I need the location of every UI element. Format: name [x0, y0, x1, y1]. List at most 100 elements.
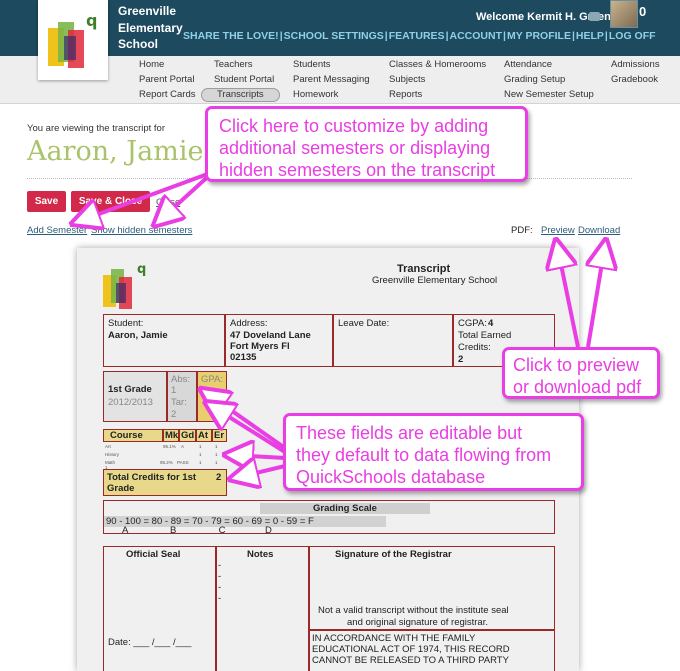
course-earned[interactable]: 1 — [215, 452, 218, 457]
show-hidden-semesters-link[interactable]: Show hidden semesters — [91, 225, 192, 236]
subnav-new-semester-setup[interactable]: New Semester Setup — [504, 89, 594, 100]
notes-cell: Notes - - - - — [216, 546, 309, 671]
abs-label: Abs: — [171, 374, 191, 385]
signature-cell: Signature of the Registrar Not a valid t… — [309, 546, 555, 630]
logo-mark-icon: q — [48, 11, 97, 68]
note-line[interactable]: - — [218, 582, 221, 593]
tar-value[interactable]: 2 — [171, 409, 176, 420]
avatar[interactable] — [610, 0, 638, 28]
address-line2[interactable]: Fort Myers Fl — [230, 341, 290, 352]
total-credits-value[interactable]: 2 — [216, 472, 221, 483]
pdf-label: PDF: — [511, 225, 533, 236]
editable-callout: These fields are editable but they defau… — [283, 413, 584, 491]
preview-link[interactable]: Preview — [541, 225, 575, 236]
official-seal-cell: Official Seal Date: ___ /___ /___ — [103, 546, 216, 671]
subnav-student-portal[interactable]: Student Portal — [214, 74, 274, 85]
nav-help[interactable]: HELP — [576, 30, 604, 42]
address-cell: Address: 47 Doveland Lane Fort Myers Fl … — [225, 314, 333, 367]
callout-line: additional semesters or displaying — [219, 138, 491, 158]
ferpa-line1: IN ACCORDANCE WITH THE FAMILY — [312, 633, 476, 644]
subnav-classes-homerooms[interactable]: Classes & Homerooms — [389, 59, 486, 70]
subnav-subjects[interactable]: Subjects — [389, 74, 425, 85]
note-line[interactable]: - — [218, 560, 221, 571]
callout-line: Click to preview — [513, 355, 640, 375]
subnav-parent-messaging[interactable]: Parent Messaging — [293, 74, 370, 85]
course-grade[interactable]: PASS — [177, 460, 189, 465]
svg-text:q: q — [86, 11, 97, 30]
subnav-attendance[interactable]: Attendance — [504, 59, 552, 70]
address-label: Address: — [230, 318, 268, 329]
student-value[interactable]: Aaron, Jamie — [108, 330, 168, 341]
credits-value[interactable]: 2 — [458, 354, 463, 365]
subnav-admissions[interactable]: Admissions — [611, 59, 660, 70]
grade-year[interactable]: 2012/2013 — [108, 397, 153, 408]
viewing-label: You are viewing the transcript for — [27, 123, 166, 134]
date-label[interactable]: Date: ___ /___ /___ — [108, 637, 191, 648]
transcript-logo: q — [101, 261, 153, 316]
gd-header: Gd — [179, 429, 196, 442]
nav-log-off[interactable]: LOG OFF — [609, 30, 656, 42]
course-name[interactable]: History — [105, 452, 119, 457]
leave-date-label: Leave Date: — [338, 318, 390, 329]
subnav-homework[interactable]: Homework — [293, 89, 338, 100]
chat-icon[interactable] — [589, 12, 600, 21]
course-attempted[interactable]: 1 — [199, 452, 202, 457]
save-close-button[interactable]: Save & Close — [71, 191, 150, 212]
note-line[interactable]: - — [218, 593, 221, 604]
address-line1[interactable]: 47 Doveland Lane — [230, 330, 311, 341]
note-line[interactable]: - — [218, 571, 221, 582]
leave-date-cell: Leave Date: — [333, 314, 453, 367]
course-header: Course — [103, 429, 163, 442]
download-link[interactable]: Download — [578, 225, 620, 236]
grade-name[interactable]: 1st Grade — [108, 384, 152, 395]
callout-line: Click here to customize by adding — [219, 116, 489, 136]
subnav-students[interactable]: Students — [293, 59, 331, 70]
course-earned[interactable]: 1 — [215, 444, 218, 449]
subnav-teachers[interactable]: Teachers — [214, 59, 253, 70]
subnav-report-cards[interactable]: Report Cards — [139, 89, 196, 100]
er-header: Er — [212, 429, 227, 442]
callout-line: hidden semesters on the transcript — [219, 160, 496, 180]
total-earned-label: Total Earned — [458, 330, 512, 341]
cgpa-label: CGPA: — [458, 318, 487, 329]
gpa-label: GPA: — [201, 374, 223, 385]
grading-scale-letters: A B C D — [122, 525, 272, 536]
transcript-school: Greenville Elementary School — [372, 275, 498, 286]
subnav-transcripts[interactable]: Transcripts — [201, 88, 280, 102]
gpa-value[interactable]: 4 — [201, 385, 206, 396]
ferpa-line3: CANNOT BE RELEASED TO A THIRD PARTY — [312, 655, 509, 666]
course-earned[interactable]: 1 — [215, 460, 218, 465]
school-logo[interactable]: q — [38, 0, 108, 80]
total-credits-label: Total Credits for 1st Grade — [107, 472, 197, 494]
address-line3[interactable]: 02135 — [230, 352, 256, 363]
credits-label: Credits: — [458, 342, 491, 353]
subnav-grading-setup[interactable]: Grading Setup — [504, 74, 565, 85]
abs-value[interactable]: 1 — [171, 385, 176, 396]
subnav-reports[interactable]: Reports — [389, 89, 422, 100]
not-valid-line1: Not a valid transcript without the insti… — [318, 605, 509, 616]
nav-share-the-love[interactable]: SHARE THE LOVE! — [183, 30, 279, 42]
course-attempted[interactable]: 1 — [199, 444, 202, 449]
ferpa-cell: IN ACCORDANCE WITH THE FAMILY EDUCATIONA… — [309, 630, 555, 671]
svg-text:q: q — [137, 262, 146, 277]
subnav-home[interactable]: Home — [139, 59, 164, 70]
save-button[interactable]: Save — [27, 191, 66, 212]
cgpa-value[interactable]: 4 — [488, 318, 493, 329]
top-nav: SHARE THE LOVE!|SCHOOL SETTINGS|FEATURES… — [183, 30, 656, 42]
nav-account[interactable]: ACCOUNT — [450, 30, 503, 42]
course-name[interactable]: Art — [105, 444, 111, 449]
at-header: At — [196, 429, 212, 442]
nav-features[interactable]: FEATURES — [389, 30, 445, 42]
course-mark[interactable]: 95.2% — [160, 460, 173, 465]
subnav-parent-portal[interactable]: Parent Portal — [139, 74, 194, 85]
nav-school-settings[interactable]: SCHOOL SETTINGS — [284, 30, 384, 42]
school-name: Greenville Elementary School — [118, 4, 183, 51]
course-grade[interactable]: A — [181, 444, 184, 449]
course-mark[interactable]: 95.1% — [163, 444, 176, 449]
nav-my-profile[interactable]: MY PROFILE — [507, 30, 571, 42]
add-semester-link[interactable]: Add Semester — [27, 225, 87, 236]
logo-mark-icon: q — [103, 262, 146, 309]
course-attempted[interactable]: 1 — [199, 460, 202, 465]
subnav-gradebook[interactable]: Gradebook — [611, 74, 658, 85]
close-link[interactable]: Close — [156, 197, 180, 208]
